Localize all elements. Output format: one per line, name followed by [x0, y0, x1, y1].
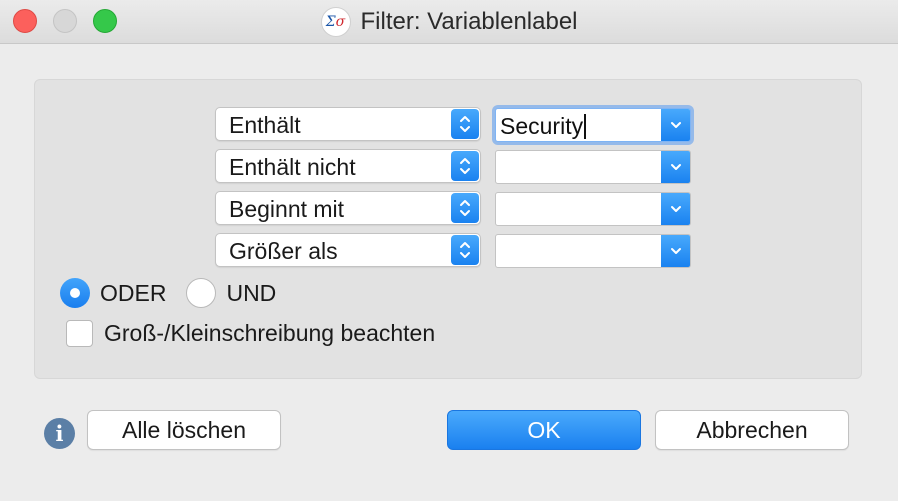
clear-all-button[interactable]: Alle löschen [87, 410, 281, 450]
value-combobox-text[interactable]: Security [500, 113, 587, 140]
title-bar: Σσ Filter: Variablenlabel [0, 0, 898, 44]
info-icon[interactable]: i [44, 418, 75, 449]
operator-select-2[interactable]: Enthält nicht [215, 149, 481, 183]
text-caret [584, 114, 587, 139]
app-icon: Σσ [320, 7, 351, 37]
and-radio[interactable] [186, 278, 217, 308]
cancel-button[interactable]: Abbrechen [655, 410, 849, 450]
operator-select-4[interactable]: Größer als [215, 233, 481, 267]
logic-radio-group: ODER UND [60, 277, 296, 309]
chevron-down-icon[interactable] [661, 151, 690, 183]
operator-select-1[interactable]: Enthält [215, 107, 481, 141]
radio-dot-icon [70, 288, 80, 298]
window-title: Filter: Variablenlabel [360, 8, 578, 35]
chevron-down-icon[interactable] [661, 109, 690, 141]
operator-select-label: Enthält nicht [229, 154, 356, 180]
operator-select-label: Enthält [229, 112, 301, 138]
operator-select-3[interactable]: Beginnt mit [215, 191, 481, 225]
updown-chevron-icon [451, 151, 479, 181]
and-radio-label[interactable]: UND [226, 280, 276, 307]
value-combobox-4[interactable] [495, 234, 691, 268]
value-combobox-2[interactable] [495, 150, 691, 184]
or-radio-label[interactable]: ODER [100, 280, 166, 307]
operator-select-label: Beginnt mit [229, 196, 345, 222]
operator-select-label: Größer als [229, 238, 338, 264]
updown-chevron-icon [451, 235, 479, 265]
chevron-down-icon[interactable] [661, 235, 690, 267]
ok-button[interactable]: OK [447, 410, 641, 450]
case-sensitive-label[interactable]: Groß-/Kleinschreibung beachten [104, 320, 435, 347]
case-sensitive-checkbox[interactable] [66, 319, 93, 347]
updown-chevron-icon [451, 109, 479, 139]
case-sensitive-option: Groß-/Kleinschreibung beachten [66, 318, 435, 348]
updown-chevron-icon [451, 193, 479, 223]
value-combobox-1[interactable]: Security [495, 108, 691, 142]
value-combobox-3[interactable] [495, 192, 691, 226]
chevron-down-icon[interactable] [661, 193, 690, 225]
or-radio[interactable] [60, 278, 90, 308]
